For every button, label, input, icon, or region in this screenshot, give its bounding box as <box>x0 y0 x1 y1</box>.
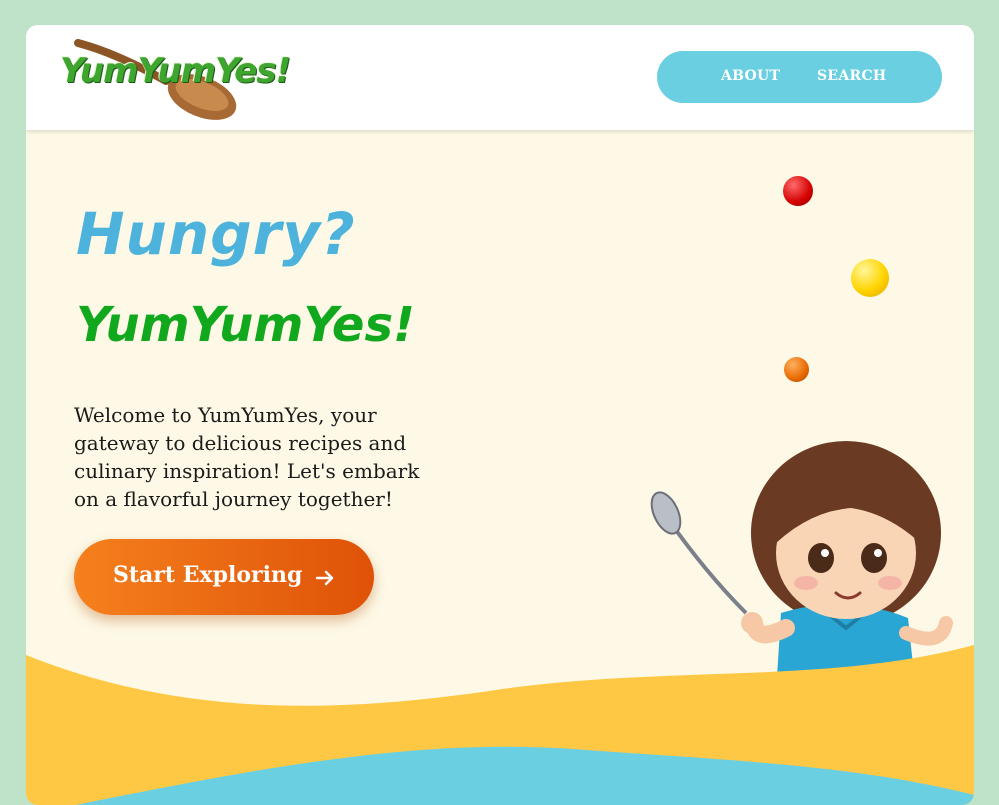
nav-search-link[interactable]: SEARCH <box>817 68 886 84</box>
hero-brand: YumYumYes! <box>76 297 415 353</box>
nav-about-link[interactable]: ABOUT <box>721 68 780 84</box>
page-card: YumYumYes! ABOUT SEARCH Hungry? YumYumYe… <box>26 25 974 805</box>
site-header: YumYumYes! ABOUT SEARCH <box>26 25 974 130</box>
orange-ball <box>784 357 809 382</box>
nav-bar: ABOUT SEARCH <box>657 51 942 103</box>
yellow-ball <box>851 259 889 297</box>
hero-intro: Welcome to YumYumYes, your gateway to de… <box>74 403 420 511</box>
logo[interactable]: YumYumYes! <box>56 33 291 123</box>
arrow-right-icon <box>315 570 334 586</box>
cta-label: Start Exploring <box>113 562 303 588</box>
decorative-waves <box>26 645 974 805</box>
logo-text: YumYumYes! <box>60 51 291 91</box>
start-exploring-button[interactable]: Start Exploring <box>74 539 374 615</box>
red-ball <box>783 176 813 206</box>
hero-headline: Hungry? <box>76 200 356 268</box>
